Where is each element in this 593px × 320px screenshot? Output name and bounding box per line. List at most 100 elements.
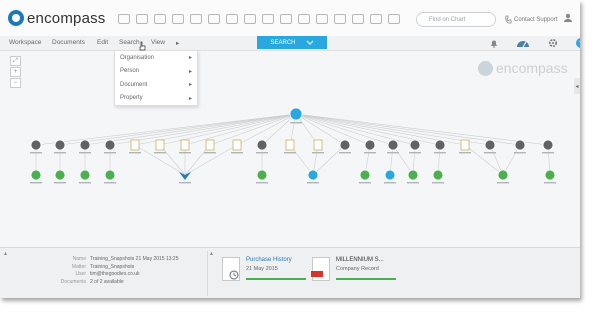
fit-screen-icon[interactable]: ⤢ <box>10 56 21 66</box>
node-caption <box>384 182 396 184</box>
detail-row: Matter Training_Snapshots <box>71 263 135 270</box>
node-caption <box>544 182 556 184</box>
organisation-node[interactable] <box>384 169 396 181</box>
person-node[interactable] <box>79 139 91 151</box>
contact-support-link[interactable]: Contact Support <box>505 15 557 24</box>
contact-support-label: Contact Support <box>514 16 558 23</box>
undo-icon[interactable] <box>334 14 346 24</box>
add-link-icon[interactable] <box>136 14 148 24</box>
document-title: Purchase History <box>246 257 292 263</box>
node-caption <box>104 182 116 184</box>
submenu-arrow-icon: ▸ <box>188 55 192 62</box>
location-node[interactable] <box>432 169 444 181</box>
menu-view[interactable]: View <box>151 39 165 46</box>
chart-link <box>35 113 297 146</box>
top-toolbar: encompass Find on Chart Contact Support <box>0 0 580 37</box>
person-node[interactable] <box>484 139 496 151</box>
menu-workspace[interactable]: Workspace <box>9 39 41 46</box>
merge-icon[interactable] <box>208 14 220 24</box>
chart-icon[interactable] <box>172 14 184 24</box>
document-node[interactable] <box>205 139 215 151</box>
menu-documents[interactable]: Documents <box>52 39 85 46</box>
document-node[interactable] <box>232 139 242 151</box>
dropdown-item-document[interactable]: Document ▸ <box>115 78 197 92</box>
submenu-arrow-icon: ▸ <box>188 68 192 75</box>
find-on-chart-input[interactable]: Find on Chart <box>416 12 496 27</box>
zoom-in-icon[interactable]: + <box>10 67 21 77</box>
person-node[interactable] <box>514 139 526 151</box>
document-card-company-record[interactable]: MILLENNIUM S... Company Record <box>311 257 396 281</box>
edit-icon[interactable] <box>154 14 166 24</box>
person-node[interactable] <box>364 139 376 151</box>
hide-icon[interactable] <box>298 14 310 24</box>
help-icon[interactable]: ? <box>576 38 580 48</box>
user-settings-icon[interactable] <box>564 13 574 23</box>
document-node[interactable] <box>313 139 323 151</box>
search-button[interactable]: SEARCH <box>257 36 327 49</box>
settings-gear-icon[interactable] <box>548 38 558 48</box>
location-node[interactable] <box>54 169 66 181</box>
expand-icon[interactable] <box>262 14 274 24</box>
watermark: encompass <box>478 60 568 76</box>
collapse-icon[interactable]: ▴ <box>4 250 7 257</box>
share-icon[interactable] <box>190 14 202 24</box>
location-node[interactable] <box>544 169 556 181</box>
document-node[interactable] <box>285 139 295 151</box>
link-chart[interactable] <box>0 100 580 190</box>
location-node[interactable] <box>407 169 419 181</box>
dropdown-item-organisation[interactable]: Organisation ▸ <box>115 51 197 65</box>
redo-icon[interactable] <box>352 14 364 24</box>
person-node[interactable] <box>409 139 421 151</box>
node-caption <box>364 152 376 154</box>
person-node[interactable] <box>339 139 351 151</box>
menu-edit[interactable]: Edit <box>97 39 108 46</box>
add-entity-icon[interactable] <box>118 14 130 24</box>
person-node[interactable] <box>104 139 116 151</box>
dropdown-item-person[interactable]: Person ▸ <box>115 65 197 79</box>
zoom-out-icon[interactable]: − <box>10 78 21 88</box>
dropdown-item-label: Organisation <box>120 54 155 61</box>
bell-icon[interactable] <box>490 39 498 48</box>
person-node[interactable] <box>434 139 446 151</box>
node-caption <box>497 182 509 184</box>
location-node[interactable] <box>497 169 509 181</box>
node-caption <box>484 152 496 154</box>
zoom-controls: ⤢ + − <box>10 56 21 88</box>
person-node[interactable] <box>256 139 268 151</box>
menu-more-icon[interactable]: ▸ <box>176 39 179 47</box>
document-node[interactable] <box>155 139 165 151</box>
gauge-icon[interactable] <box>516 39 530 48</box>
node-caption <box>54 182 66 184</box>
app-window: encompass Find on Chart Contact Support <box>0 0 580 298</box>
eye-icon[interactable] <box>316 14 328 24</box>
connect-icon[interactable] <box>280 14 292 24</box>
menu-search[interactable]: Search <box>119 39 140 46</box>
location-node[interactable] <box>104 169 116 181</box>
target-icon[interactable] <box>226 14 238 24</box>
person-node[interactable] <box>542 139 554 151</box>
collapse-docs-icon[interactable]: ▴ <box>210 250 213 257</box>
delete-icon[interactable] <box>388 14 400 24</box>
layout-icon[interactable] <box>370 14 382 24</box>
person-node[interactable] <box>54 139 66 151</box>
node-caption <box>154 152 166 154</box>
location-node[interactable] <box>256 169 268 181</box>
grid-icon[interactable] <box>244 14 256 24</box>
person-node[interactable] <box>387 139 399 151</box>
node-caption <box>387 152 399 154</box>
chart-link <box>159 113 297 146</box>
location-node[interactable] <box>79 169 91 181</box>
node-caption <box>104 152 116 154</box>
document-node[interactable] <box>130 139 140 151</box>
side-panel-toggle[interactable]: ◂ <box>574 78 580 94</box>
document-node[interactable] <box>180 139 190 151</box>
node-caption <box>54 152 66 154</box>
logo: encompass <box>8 9 106 27</box>
location-node[interactable] <box>359 169 371 181</box>
document-card-purchase-history[interactable]: Purchase History 21 May 2015 <box>222 257 306 281</box>
organisation-node[interactable] <box>307 169 319 181</box>
location-node[interactable] <box>30 169 42 181</box>
document-node[interactable] <box>460 139 470 151</box>
root-company-node[interactable] <box>289 107 303 121</box>
person-node[interactable] <box>30 139 42 151</box>
